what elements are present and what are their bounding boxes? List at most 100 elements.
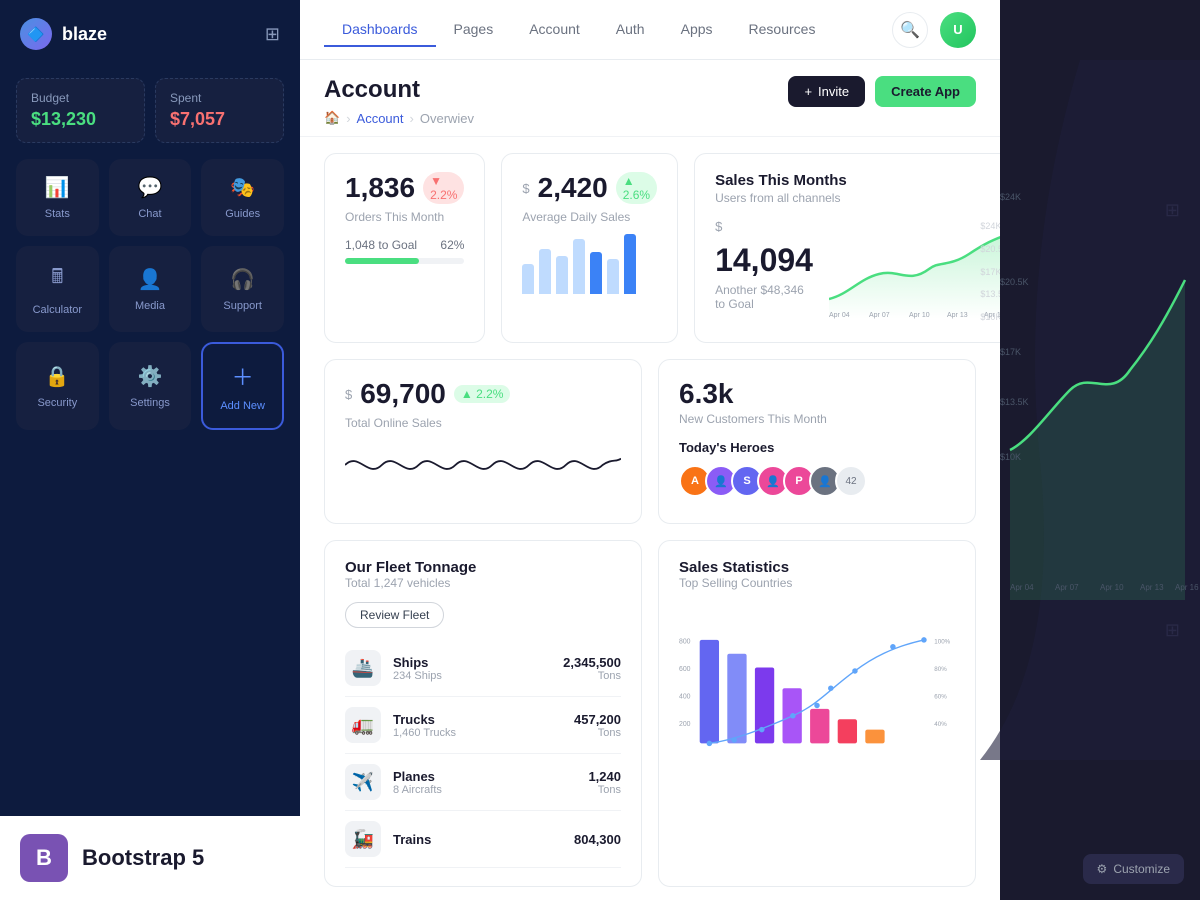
trucks-unit: Tons: [574, 727, 621, 739]
planes-info: Planes 8 Aircrafts: [393, 769, 576, 796]
fleet-row-planes: ✈️ Planes 8 Aircrafts 1,240 Tons: [345, 754, 621, 811]
review-fleet-button[interactable]: Review Fleet: [345, 602, 444, 628]
bootstrap-icon: B: [20, 834, 68, 882]
heroes-section: Today's Heroes A 👤 S 👤 P 👤 42: [679, 440, 955, 497]
logo-text: blaze: [62, 24, 107, 45]
svg-text:$13.5K: $13.5K: [1000, 397, 1029, 407]
breadcrumb-account[interactable]: Account: [357, 111, 404, 126]
nav-link-pages[interactable]: Pages: [436, 13, 512, 47]
svg-text:800: 800: [679, 638, 691, 645]
svg-text:400: 400: [679, 694, 691, 701]
sidebar-menu-icon[interactable]: ⊞: [265, 24, 280, 45]
nav-link-auth[interactable]: Auth: [598, 13, 663, 47]
top-nav-links: Dashboards Pages Account Auth Apps Resou…: [324, 13, 833, 46]
sidebar-item-chat[interactable]: 💬 Chat: [109, 159, 192, 236]
bar-2: [539, 249, 551, 294]
invite-plus-icon: +: [804, 84, 812, 99]
bar-country-1: [700, 640, 719, 744]
nav-link-resources[interactable]: Resources: [731, 13, 834, 47]
svg-text:Apr 13: Apr 13: [1140, 583, 1164, 592]
daily-prefix: $: [522, 181, 529, 196]
svg-text:$24K: $24K: [1000, 192, 1021, 202]
sidebar-item-add-new[interactable]: ＋ Add New: [201, 342, 284, 430]
sidebar-item-stats[interactable]: 📊 Stats: [16, 159, 99, 236]
sales-stats-chart: 800 600 400 200: [679, 602, 955, 802]
bottom-row: Our Fleet Tonnage Total 1,247 vehicles R…: [324, 540, 976, 887]
orders-badge: ▼ 2.2%: [423, 172, 464, 204]
sales-chart-area: $24K $20.5K $17K $13.5K $10K: [829, 219, 1000, 324]
ships-unit: Tons: [563, 670, 621, 682]
trucks-info: Trucks 1,460 Trucks: [393, 712, 562, 739]
page-header: Account 🏠 › Account › Overwiev + Invite …: [300, 60, 1000, 137]
bar-country-3: [755, 668, 774, 744]
svg-text:80%: 80%: [934, 666, 947, 673]
invite-button[interactable]: + Invite: [788, 76, 865, 107]
trucks-icon: 🚛: [345, 707, 381, 743]
orders-badge-row: 1,836 ▼ 2.2%: [345, 172, 464, 204]
svg-text:600: 600: [679, 666, 691, 673]
daily-sales-label: Average Daily Sales: [522, 210, 657, 224]
breadcrumb-sep: ›: [346, 111, 350, 126]
online-sales-badge: ▲ 2.2%: [454, 385, 511, 403]
svg-text:$17K: $17K: [1000, 347, 1021, 357]
trucks-count: 1,460 Trucks: [393, 727, 562, 739]
orders-progress: 1,048 to Goal 62%: [345, 238, 464, 264]
media-label: Media: [135, 300, 165, 312]
top-nav: Dashboards Pages Account Auth Apps Resou…: [300, 0, 1000, 60]
right-panel: ⊞ ⊞ $24K $20.5K $17K $13.5K $10K Apr 04 …: [1000, 0, 1200, 900]
svg-text:60%: 60%: [934, 694, 947, 701]
budget-card: Budget $13,230: [16, 78, 145, 143]
nav-link-dashboards[interactable]: Dashboards: [324, 13, 436, 47]
security-icon: 🔒: [45, 364, 70, 389]
support-label: Support: [223, 300, 262, 312]
bootstrap-letter: B: [36, 845, 52, 871]
fleet-card: Our Fleet Tonnage Total 1,247 vehicles R…: [324, 540, 642, 887]
bar-3: [556, 256, 568, 294]
sidebar-item-media[interactable]: 👤 Media: [109, 246, 192, 332]
trains-value: 804,300: [574, 832, 621, 847]
breadcrumb-home[interactable]: 🏠: [324, 110, 340, 126]
media-icon: 👤: [138, 267, 163, 292]
heroes-avatars: A 👤 S 👤 P 👤 42: [679, 465, 955, 497]
budget-label: Budget: [31, 91, 130, 105]
sidebar-item-support[interactable]: 🎧 Support: [201, 246, 284, 332]
bar-country-6: [838, 719, 857, 743]
bar-country-2: [727, 654, 746, 744]
user-avatar[interactable]: U: [940, 12, 976, 48]
sidebar-item-guides[interactable]: 🎭 Guides: [201, 159, 284, 236]
nav-link-apps[interactable]: Apps: [663, 13, 731, 47]
svg-text:Apr 10: Apr 10: [1100, 583, 1124, 592]
fleet-sub: Total 1,247 vehicles: [345, 576, 621, 590]
planes-unit: Tons: [588, 784, 621, 796]
customers-card: 6.3k New Customers This Month Today's He…: [658, 359, 976, 524]
nav-link-account[interactable]: Account: [511, 13, 598, 47]
add-new-icon: ＋: [232, 360, 254, 392]
heroes-title: Today's Heroes: [679, 440, 955, 455]
customers-value: 6.3k: [679, 378, 955, 410]
sidebar-item-calculator[interactable]: 🖩 Calculator: [16, 246, 99, 332]
online-sales-value: 69,700: [360, 378, 446, 410]
bootstrap-text: Bootstrap 5: [82, 845, 204, 871]
customize-button[interactable]: ⚙ Customize: [1083, 854, 1184, 884]
customize-icon: ⚙: [1097, 862, 1108, 876]
sidebar-item-settings[interactable]: ⚙️ Settings: [109, 342, 192, 430]
svg-text:100%: 100%: [934, 638, 950, 645]
svg-text:Apr 07: Apr 07: [869, 312, 890, 319]
nav-grid: 📊 Stats 💬 Chat 🎭 Guides 🖩 Calculator 👤 M…: [0, 159, 300, 430]
create-app-button[interactable]: Create App: [875, 76, 976, 107]
page-title: Account: [324, 76, 474, 104]
bar-5: [590, 252, 602, 294]
sales-stats-sub: Top Selling Countries: [679, 576, 955, 590]
online-sales-badge-row: $ 69,700 ▲ 2.2%: [345, 378, 621, 410]
svg-text:40%: 40%: [934, 721, 947, 728]
search-button[interactable]: 🔍: [892, 12, 928, 48]
budget-value: $13,230: [31, 109, 130, 130]
stats-label: Stats: [45, 208, 70, 220]
ships-count: 234 Ships: [393, 670, 551, 682]
progress-bar: [345, 258, 464, 264]
sidebar-item-security[interactable]: 🔒 Security: [16, 342, 99, 430]
trucks-value: 457,200 Tons: [574, 712, 621, 739]
progress-label: 1,048 to Goal 62%: [345, 238, 464, 252]
stats-icon: 📊: [45, 175, 70, 200]
online-sales-label: Total Online Sales: [345, 416, 621, 430]
